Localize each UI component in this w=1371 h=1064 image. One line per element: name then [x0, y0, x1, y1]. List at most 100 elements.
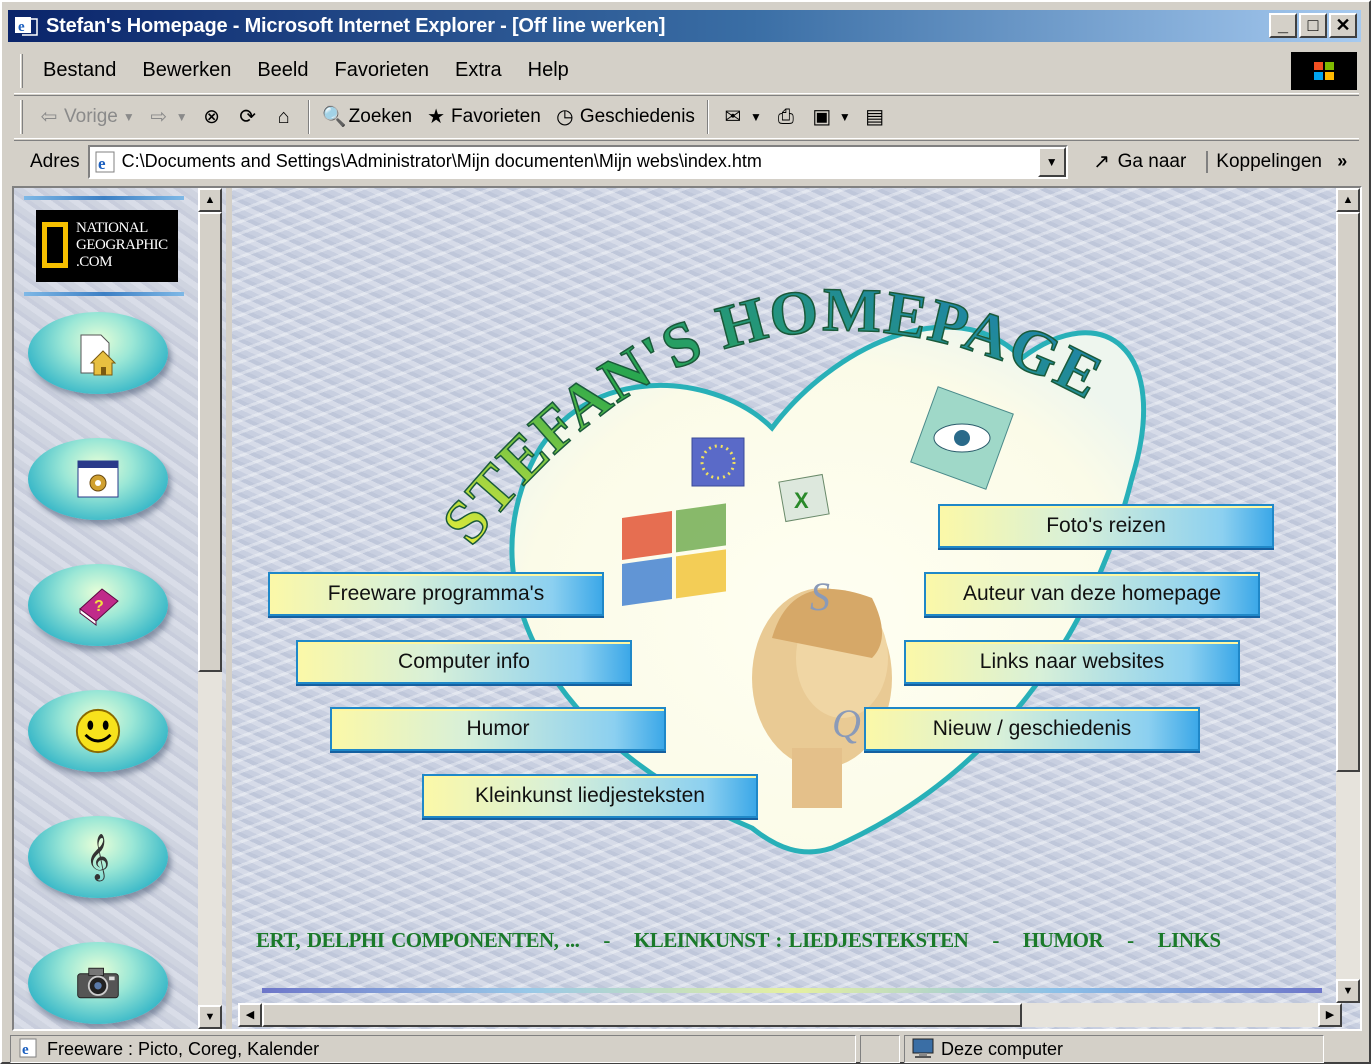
nav-help-button[interactable]: ?	[28, 564, 168, 646]
marquee-item: KLEINKUNST : LIEDJESTEKSTEN	[633, 928, 969, 952]
go-button[interactable]: ↗ Ga naar	[1090, 150, 1186, 174]
link-websites-label: Links naar websites	[979, 650, 1165, 673]
chevron-down-icon[interactable]: ▼	[750, 110, 762, 124]
favorites-button[interactable]: ★ Favorieten	[418, 99, 547, 135]
chevron-down-icon[interactable]: ▼	[176, 110, 188, 124]
printer-icon: ⎙	[777, 106, 794, 128]
chevron-down-icon[interactable]: ▼	[123, 110, 135, 124]
stop-button[interactable]: ⊗	[194, 99, 230, 135]
decor-letter-q: Q	[832, 701, 861, 746]
smiley-icon	[74, 707, 122, 755]
main-frame: X STEFAN'S HOMEPAGE S Q Freeware program…	[226, 188, 1360, 1029]
link-kleinkunst[interactable]: Kleinkunst liedjesteksten	[422, 774, 758, 818]
nav-home-button[interactable]	[28, 312, 168, 394]
scroll-left-button[interactable]: ◀	[238, 1003, 262, 1027]
link-computer-info[interactable]: Computer info	[296, 640, 632, 684]
mail-button[interactable]: ✉ ▼	[715, 99, 768, 135]
main-frame-scrollbar[interactable]: ▲ ▼	[1336, 188, 1360, 1003]
treble-clef-icon: 𝄞	[86, 834, 110, 880]
link-freeware[interactable]: Freeware programma's	[268, 572, 604, 616]
chevron-right-icon[interactable]: »	[1337, 151, 1347, 171]
status-text-cell: e Freeware : Picto, Coreg, Kalender	[10, 1035, 856, 1063]
back-label: Vorige	[64, 106, 118, 127]
refresh-icon: ⟳	[239, 106, 257, 128]
chevron-down-icon[interactable]: ▼	[1037, 146, 1066, 177]
refresh-button[interactable]: ⟳	[230, 99, 266, 135]
maximize-button[interactable]: □	[1299, 13, 1327, 38]
scroll-right-button[interactable]: ▶	[1318, 1003, 1342, 1027]
stop-icon: ⊗	[203, 106, 221, 128]
scroll-down-button[interactable]: ▼	[198, 1005, 222, 1029]
national-geographic-logo[interactable]: NATIONAL GEOGRAPHIC .COM	[24, 196, 184, 296]
link-humor[interactable]: Humor	[330, 707, 666, 751]
scrolling-marquee: ERT, DELPHI COMPONENTEN, ... - KLEINKUNST …	[256, 928, 1221, 953]
links-toolbar[interactable]: Koppelingen »	[1206, 150, 1347, 173]
menu-favorieten[interactable]: Favorieten	[321, 59, 442, 82]
search-label: Zoeken	[348, 106, 413, 127]
windows-logo-icon	[1291, 52, 1357, 90]
decor-letter-s: S	[810, 574, 830, 619]
svg-text:?: ?	[94, 598, 104, 615]
close-button[interactable]: ✕	[1329, 13, 1357, 38]
address-label: Adres	[30, 150, 80, 172]
menu-bar: Bestand Bewerken Beeld Favorieten Extra …	[14, 48, 1359, 94]
heart-graphic: X STEFAN'S HOMEPAGE	[429, 275, 1146, 855]
scroll-thumb[interactable]	[1336, 212, 1360, 772]
toolbar-grip[interactable]	[20, 53, 23, 88]
link-auteur-label: Auteur van deze homepage	[962, 582, 1222, 605]
link-websites[interactable]: Links naar websites	[904, 640, 1240, 684]
link-auteur[interactable]: Auteur van deze homepage	[924, 572, 1260, 616]
help-book-icon: ?	[74, 581, 122, 629]
home-icon	[74, 329, 122, 377]
scroll-down-button[interactable]: ▼	[1336, 979, 1360, 1003]
security-zone-cell: Deze computer	[904, 1035, 1324, 1063]
address-input[interactable]: e C:\Documents and Settings\Administrato…	[87, 144, 1068, 179]
scroll-thumb[interactable]	[198, 212, 222, 672]
standard-toolbar: ⇦ Vorige ▼ ⇨ ▼ ⊗ ⟳ ⌂ 🔍 Zoeken ★ Favoriet…	[14, 95, 1359, 139]
left-frame-scrollbar[interactable]: ▲ ▼	[198, 188, 222, 1029]
toolbar-separator	[706, 100, 709, 134]
document-icon: ▤	[865, 106, 885, 128]
menu-bestand[interactable]: Bestand	[30, 59, 129, 82]
nav-software-button[interactable]	[28, 438, 168, 520]
svg-text:e: e	[22, 1042, 29, 1058]
menu-help[interactable]: Help	[515, 59, 582, 82]
home-button[interactable]: ⌂	[266, 99, 302, 135]
marquee-separator: -	[1127, 928, 1134, 952]
title-bar[interactable]: e Stefan's Homepage - Microsoft Internet…	[8, 10, 1361, 42]
search-button[interactable]: 🔍 Zoeken	[316, 99, 418, 135]
minimize-button[interactable]: _	[1269, 13, 1297, 38]
history-button[interactable]: ◷ Geschiedenis	[547, 99, 701, 135]
computer-icon	[911, 1037, 935, 1061]
scroll-up-button[interactable]: ▲	[1336, 188, 1360, 212]
link-nieuw[interactable]: Nieuw / geschiedenis	[864, 707, 1200, 751]
discuss-button[interactable]: ▤	[857, 99, 893, 135]
toolbar-grip[interactable]	[20, 100, 23, 134]
forward-button[interactable]: ⇨ ▼	[141, 99, 194, 135]
back-button[interactable]: ⇦ Vorige ▼	[31, 99, 141, 135]
edit-button[interactable]: ▣ ▼	[804, 99, 857, 135]
menu-beeld[interactable]: Beeld	[244, 59, 321, 82]
scroll-up-button[interactable]: ▲	[198, 188, 222, 212]
go-arrow-icon: ↗	[1093, 150, 1111, 173]
chevron-down-icon[interactable]: ▼	[839, 110, 851, 124]
links-label: Koppelingen	[1216, 150, 1322, 172]
search-icon: 🔍	[321, 106, 347, 128]
menu-extra[interactable]: Extra	[442, 59, 515, 82]
link-humor-label: Humor	[466, 717, 530, 740]
print-button[interactable]: ⎙	[768, 99, 804, 135]
link-computer-info-label: Computer info	[398, 650, 530, 673]
nav-humor-button[interactable]	[28, 690, 168, 772]
marquee-item: ERT, DELPHI COMPONENTEN, ...	[256, 928, 580, 952]
main-frame-hscrollbar[interactable]: ◀ ▶	[238, 1003, 1342, 1027]
window-controls: _ □ ✕	[1269, 13, 1357, 38]
arrow-right-icon: ⇨	[150, 106, 168, 128]
address-url[interactable]: C:\Documents and Settings\Administrator\…	[122, 151, 762, 172]
svg-text:e: e	[18, 19, 25, 35]
marquee-item: LINKS	[1157, 928, 1221, 952]
nav-photo-button[interactable]	[28, 942, 168, 1024]
nav-music-button[interactable]: 𝄞	[28, 816, 168, 898]
menu-bewerken[interactable]: Bewerken	[129, 59, 244, 82]
link-fotos-reizen[interactable]: Foto's reizen	[938, 504, 1274, 548]
hscroll-thumb[interactable]	[262, 1003, 1022, 1027]
